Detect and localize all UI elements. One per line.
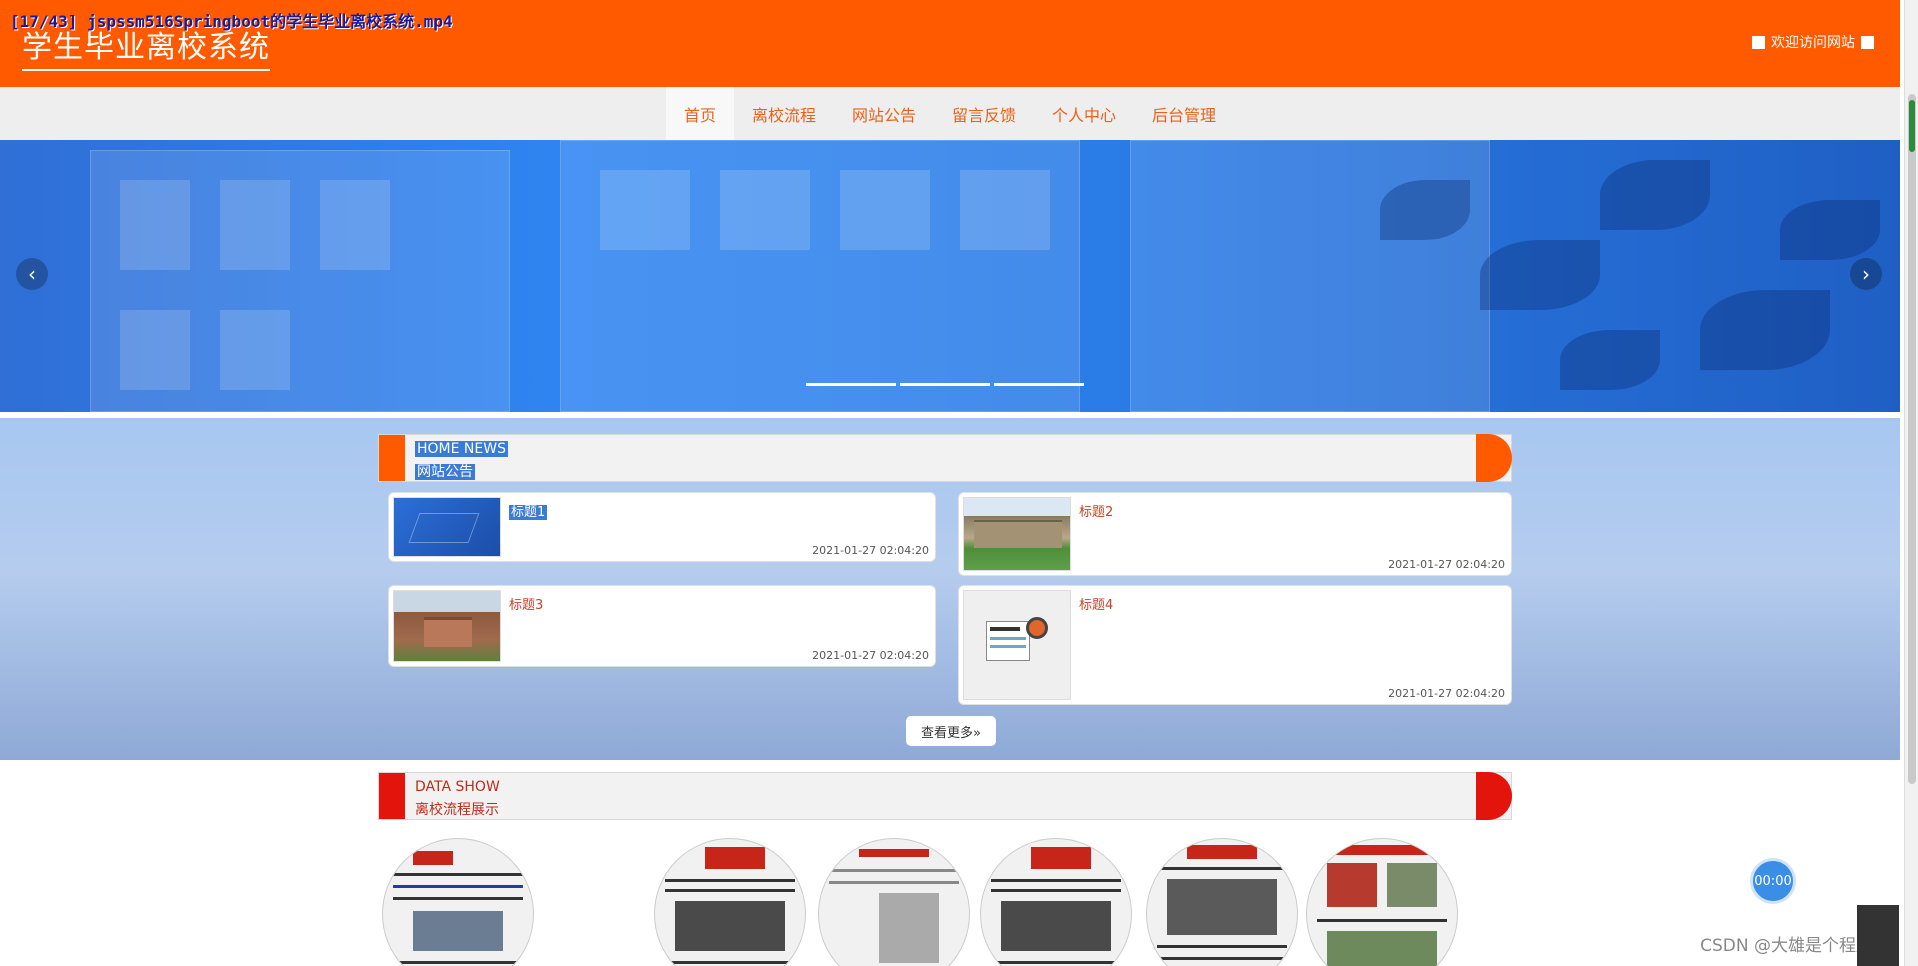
banner-leaf-shape [1600,160,1710,230]
nav-item-announcements[interactable]: 网站公告 [834,87,934,140]
process-image-circle[interactable] [818,838,970,966]
square-icon [1861,35,1874,49]
news-date: 2021-01-27 02:04:20 [1388,687,1505,700]
process-image-circle[interactable] [382,838,534,966]
carousel-indicator[interactable] [806,383,896,386]
welcome-text: 欢迎访问网站 [1771,35,1855,51]
chevron-left-icon: ‹ [28,262,36,286]
news-date: 2021-01-27 02:04:20 [812,649,929,662]
banner-window-shape [220,180,290,270]
carousel-indicator[interactable] [900,383,990,386]
banner-window-shape [120,310,190,390]
page-scrollbar[interactable] [1904,0,1918,966]
news-title[interactable]: 标题2 [1079,501,1113,520]
nav-item-leaving-process[interactable]: 离校流程 [734,87,834,140]
news-cn-title: 网站公告 [415,464,475,480]
banner-leaf-shape [1560,330,1660,390]
news-thumbnail [393,590,501,662]
banner-window-shape [120,180,190,270]
square-icon [1752,35,1765,49]
banner-window-shape [960,170,1050,250]
news-card[interactable]: 标题4 2021-01-27 02:04:20 [958,585,1512,705]
banner-window-shape [840,170,930,250]
news-date: 2021-01-27 02:04:20 [812,544,929,557]
news-card[interactable]: 标题1 2021-01-27 02:04:20 [388,492,936,562]
process-image-circle[interactable] [654,838,806,966]
main-nav: 首页 离校流程 网站公告 留言反馈 个人中心 后台管理 [0,87,1900,140]
news-en-title: HOME NEWS [415,441,508,457]
news-title[interactable]: 标题3 [509,594,543,613]
datashow-section-header: DATA SHOW 离校流程展示 [378,772,1512,820]
process-image-circle[interactable] [1306,838,1458,966]
datashow-cn-title: 离校流程展示 [415,802,499,818]
nav-item-feedback[interactable]: 留言反馈 [934,87,1034,140]
header-accent-left [379,435,405,481]
news-thumbnail [393,497,501,557]
timer-widget[interactable]: 00:00 [1750,858,1796,904]
banner-window-shape [320,180,390,270]
banner-leaf-shape [1380,180,1470,240]
header-accent-left [379,773,405,819]
banner-leaf-shape [1780,200,1880,260]
nav-item-home[interactable]: 首页 [665,87,734,140]
header-accent-right [1476,434,1512,482]
news-thumbnail [963,590,1071,700]
news-thumbnail [963,497,1071,571]
banner-window-shape [600,170,690,250]
banner-leaf-shape [1700,290,1830,370]
banner-leaf-shape [1480,240,1600,310]
carousel-indicators [806,383,1084,386]
nav-item-admin[interactable]: 后台管理 [1134,87,1234,140]
news-title[interactable]: 标题1 [509,501,548,520]
header-accent-right [1476,772,1512,820]
banner-window-shape [220,310,290,390]
news-card[interactable]: 标题2 2021-01-27 02:04:20 [958,492,1512,576]
news-section-header: HOME NEWS 网站公告 [378,434,1512,482]
banner-window-shape [720,170,810,250]
scrollbar-indicator [1909,100,1915,152]
video-caption-overlay: [17/43] jspssm516Springboot的学生毕业离校系统.mp4 [10,12,453,31]
process-image-circle[interactable] [1146,838,1298,966]
carousel-next-button[interactable]: › [1850,258,1882,290]
welcome-text-group: 欢迎访问网站 [1752,32,1874,52]
news-card[interactable]: 标题3 2021-01-27 02:04:20 [388,585,936,667]
scrollbar-thumb[interactable] [1908,94,1916,784]
news-title[interactable]: 标题4 [1079,594,1113,613]
banner-carousel[interactable]: ‹ › [0,140,1900,412]
process-image-circle[interactable] [980,838,1132,966]
carousel-indicator[interactable] [994,383,1084,386]
chevron-right-icon: › [1862,262,1870,286]
news-date: 2021-01-27 02:04:20 [1388,558,1505,571]
datashow-en-title: DATA SHOW [415,779,500,795]
carousel-prev-button[interactable]: ‹ [16,258,48,290]
corner-widget [1857,905,1899,966]
view-more-button[interactable]: 查看更多» [906,716,996,746]
nav-item-personal-center[interactable]: 个人中心 [1034,87,1134,140]
